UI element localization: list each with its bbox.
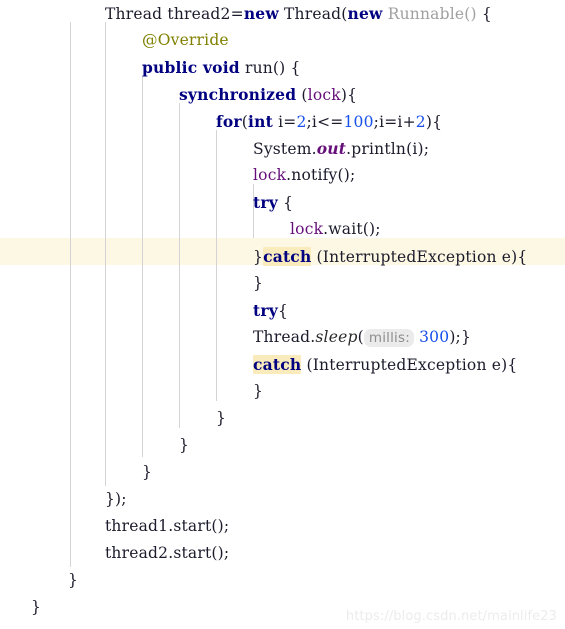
code-line[interactable]: Thread.sleep(millis: 300);} [0,324,565,351]
code-token: ( [357,328,364,346]
code-token: } [253,248,264,266]
code-line[interactable]: lock.notify(); [0,162,565,189]
highlighted-token: catch [263,247,312,266]
code-line[interactable]: Thread thread2=new Thread(new Runnable()… [0,0,565,27]
code-token: ( [296,86,308,104]
code-token: lock [253,166,287,184]
code-line[interactable]: } [0,378,565,405]
code-line[interactable]: thread1.start(); [0,513,565,540]
code-token: (InterruptedException e){ [311,248,528,266]
code-token: 2 [415,113,426,131]
code-line[interactable]: } [0,459,565,486]
code-token: Thread thread2= [105,5,244,23]
code-line[interactable]: try { [0,189,565,216]
code-token: lock [290,220,324,238]
code-token: Thread( [278,5,348,23]
code-line[interactable]: public void run() { [0,54,565,81]
highlighted-token: catch [253,355,302,374]
code-token: new [347,4,383,23]
code-editor[interactable]: Thread thread2=new Thread(new Runnable()… [0,0,565,629]
code-token: ){ [340,86,358,104]
code-token: } [253,382,264,400]
code-token: } [68,571,79,589]
code-token: System. [253,140,317,158]
code-token: lock [307,86,341,104]
code-token: { [277,302,288,320]
code-line[interactable]: System.out.println(i); [0,135,565,162]
code-token: Thread. [253,328,316,346]
code-line[interactable]: }); [0,486,565,513]
code-line[interactable]: for(int i=2;i<=100;i=i+2){ [0,108,565,135]
code-line[interactable]: } [0,405,565,432]
code-token: Runnable() [387,5,477,23]
code-token: 2 [296,113,307,131]
code-token: public void [142,58,240,77]
code-token: 100 [343,113,374,131]
code-token: .println(i); [346,140,430,158]
code-line[interactable]: synchronized (lock){ [0,81,565,108]
code-line[interactable]: try{ [0,297,565,324]
code-token: (InterruptedException e){ [301,356,518,374]
code-line[interactable]: } [0,567,565,594]
code-line[interactable]: } [0,432,565,459]
code-token: sleep [315,328,358,346]
code-token: }); [105,490,127,508]
code-token: i= [272,113,297,131]
code-token: { [277,194,294,212]
code-token: } [179,436,190,454]
code-token: new [243,4,279,23]
code-token: } [31,598,42,616]
code-token: int [248,112,273,131]
code-token: } [253,274,264,292]
code-token: );} [449,328,472,346]
code-token: for [216,112,242,131]
parameter-hint: millis: [363,329,414,347]
code-line[interactable]: catch (InterruptedException e){ [0,351,565,378]
code-token: .notify(); [286,166,356,184]
code-token: thread1.start(); [105,517,230,535]
code-token: ;i<= [306,113,344,131]
code-token: ){ [425,113,443,131]
code-token: } [142,463,153,481]
code-line[interactable]: lock.wait(); [0,216,565,243]
code-token: out [316,139,347,158]
code-line[interactable]: thread2.start(); [0,540,565,567]
code-token: thread2.start(); [105,544,230,562]
code-token: try [253,193,278,212]
code-line[interactable]: @Override [0,27,565,54]
code-token: synchronized [179,85,297,104]
code-token: } [216,409,227,427]
code-token: 300 [419,328,450,346]
code-content[interactable]: Thread thread2=new Thread(new Runnable()… [0,0,565,621]
code-token: @Override [142,31,229,49]
code-token: { [476,5,492,23]
code-line[interactable]: } [0,270,565,297]
code-token: run() { [239,59,301,77]
code-line[interactable]: }catch (InterruptedException e){ [0,243,565,270]
code-token: ;i=i+ [373,113,416,131]
code-token: try [253,301,278,320]
watermark-text: https://blog.csdn.net/mainlife23 [345,609,557,624]
code-token: .wait(); [323,220,381,238]
